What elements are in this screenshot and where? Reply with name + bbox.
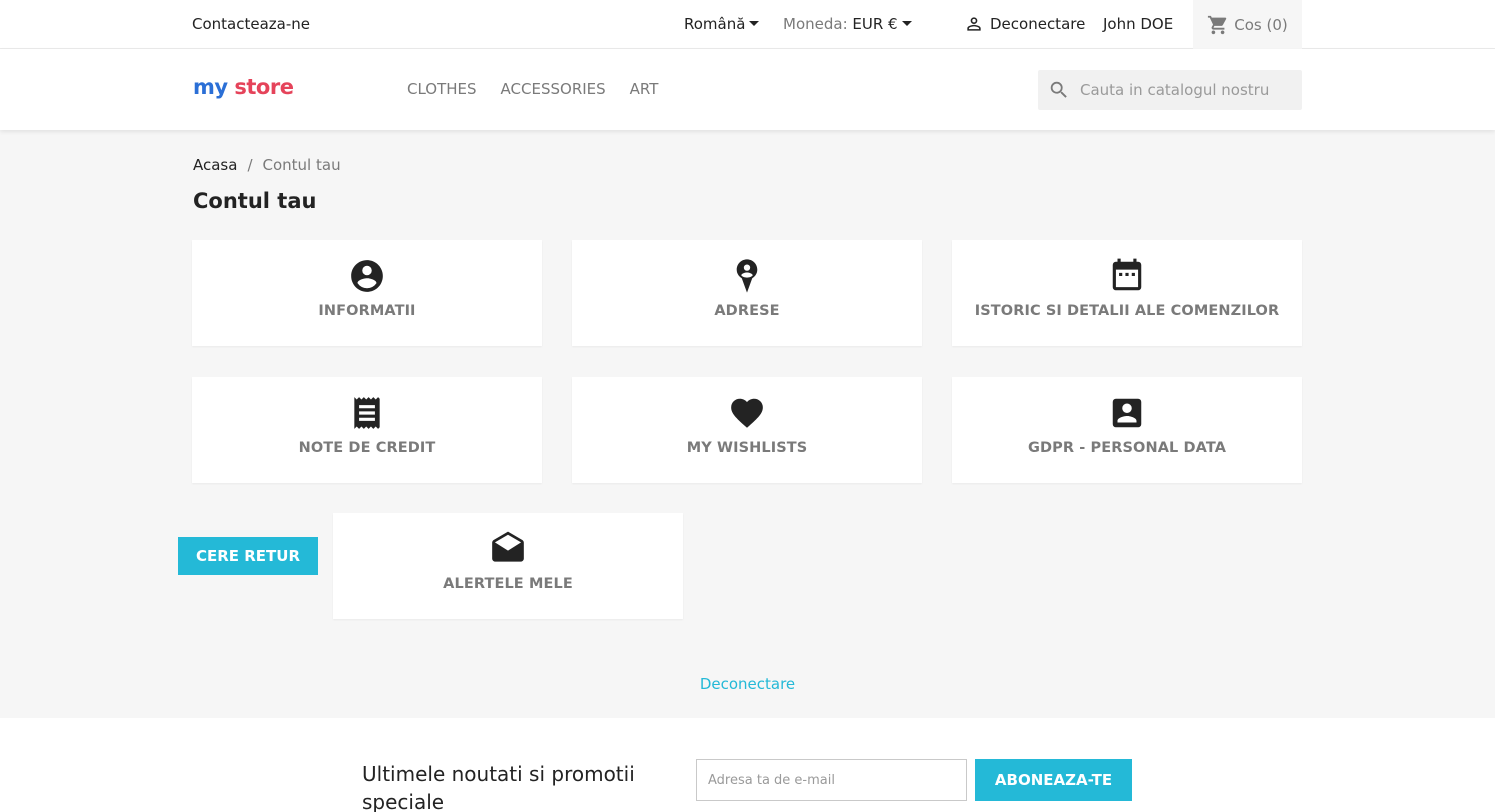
breadcrumb: Acasa / Contul tau	[193, 156, 341, 174]
search-icon	[1050, 81, 1067, 98]
main-header: my store CLOTHES ACCESSORIES ART Cauta i…	[0, 49, 1495, 130]
logout-link[interactable]: Deconectare	[0, 675, 1495, 693]
card-informatii[interactable]: INFORMATII	[192, 240, 542, 346]
main-nav: CLOTHES ACCESSORIES ART	[407, 80, 658, 98]
store-logo[interactable]: my store	[193, 75, 294, 99]
search-box[interactable]: Cauta in catalogul nostru	[1038, 70, 1302, 110]
person-icon	[967, 17, 981, 31]
card-label: INFORMATII	[318, 303, 416, 319]
heart-icon	[728, 394, 766, 432]
nav-item-art[interactable]: ART	[630, 80, 659, 98]
logout-top-link[interactable]: Deconectare	[964, 14, 1085, 34]
top-bar: Contacteaza-ne Română Moneda: EUR € Deco…	[0, 0, 1495, 49]
newsletter-section: Ultimele noutati si promotii speciale Ad…	[0, 718, 1495, 812]
contact-link[interactable]: Contacteaza-ne	[192, 15, 310, 33]
user-name-link[interactable]: John DOE	[1103, 15, 1173, 33]
logo-part-2: store	[234, 75, 294, 99]
card-alerte[interactable]: ALERTELE MELE	[333, 513, 683, 619]
nav-item-accessories[interactable]: ACCESSORIES	[501, 80, 606, 98]
search-input[interactable]: Cauta in catalogul nostru	[1080, 81, 1269, 99]
return-request-button[interactable]: CERE RETUR	[178, 537, 318, 575]
breadcrumb-current: Contul tau	[262, 156, 341, 174]
card-label: GDPR - PERSONAL DATA	[1027, 440, 1227, 456]
calendar-icon	[1108, 257, 1146, 295]
card-label: ALERTELE MELE	[443, 576, 573, 592]
nav-item-clothes[interactable]: CLOTHES	[407, 80, 477, 98]
card-istoric-comenzi[interactable]: ISTORIC SI DETALII ALE COMENZILOR	[952, 240, 1302, 346]
card-label: NOTE DE CREDIT	[298, 440, 436, 456]
card-gdpr[interactable]: GDPR - PERSONAL DATA	[952, 377, 1302, 483]
language-value: Română	[684, 15, 746, 33]
card-label: ADRESE	[714, 303, 780, 319]
receipt-icon	[348, 394, 386, 432]
email-field[interactable]: Adresa ta de e-mail	[696, 759, 967, 801]
language-selector[interactable]: Română	[684, 15, 760, 33]
contact-card-icon	[1108, 394, 1146, 432]
newsletter-title: Ultimele noutati si promotii speciale	[362, 762, 635, 812]
open-envelope-icon	[489, 530, 527, 568]
cart-label: Cos (0)	[1234, 15, 1288, 34]
currency-selector[interactable]: Moneda: EUR €	[783, 15, 912, 33]
card-label: MY WISHLISTS	[686, 440, 808, 456]
breadcrumb-separator: /	[247, 156, 253, 174]
card-adrese[interactable]: ADRESE	[572, 240, 922, 346]
account-circle-icon	[348, 257, 386, 295]
logo-part-1: my	[193, 75, 228, 99]
subscribe-button[interactable]: ABONEAZA-TE	[975, 759, 1132, 801]
currency-value: EUR €	[852, 15, 898, 33]
location-pin-icon	[728, 257, 766, 295]
shopping-cart-icon	[1208, 15, 1227, 34]
logout-top-label: Deconectare	[990, 15, 1086, 33]
card-note-credit[interactable]: NOTE DE CREDIT	[192, 377, 542, 483]
card-label: ISTORIC SI DETALII ALE COMENZILOR	[974, 303, 1280, 319]
caret-down-icon	[749, 21, 760, 26]
cart-button[interactable]: Cos (0)	[1193, 0, 1302, 49]
page-title: Contul tau	[193, 189, 317, 213]
breadcrumb-home[interactable]: Acasa	[193, 156, 237, 174]
caret-down-icon	[901, 21, 912, 26]
card-wishlists[interactable]: MY WISHLISTS	[572, 377, 922, 483]
currency-label: Moneda:	[783, 15, 848, 33]
